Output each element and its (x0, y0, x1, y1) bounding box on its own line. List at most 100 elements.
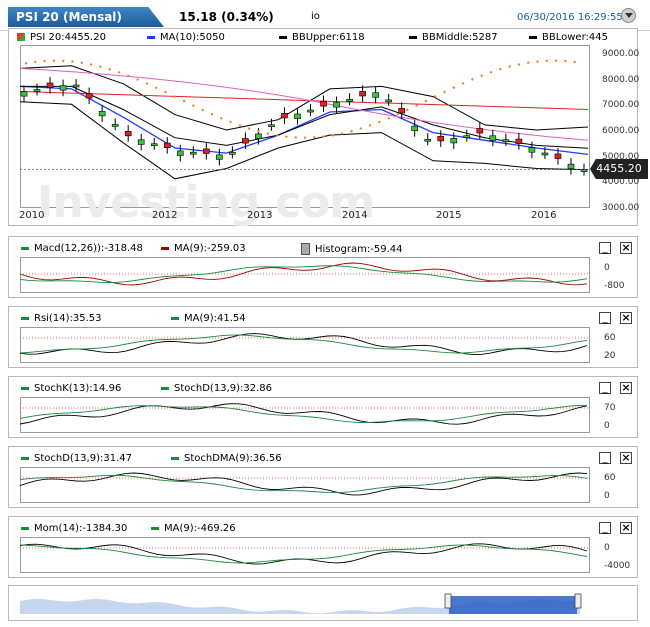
sar-dot (387, 116, 390, 120)
sar-dot (415, 104, 418, 107)
indicator-line (19, 333, 588, 356)
sar-dot (303, 136, 307, 139)
candle-body (72, 84, 80, 88)
candle-body (190, 151, 197, 155)
sar-dot (489, 71, 493, 74)
candle-body (541, 152, 549, 156)
candle-body (385, 99, 392, 103)
sar-dot (155, 86, 158, 89)
sar-dot (164, 90, 167, 94)
navigator-left-handle (444, 593, 452, 609)
candle-body (554, 153, 562, 159)
candle-body (333, 102, 340, 108)
candle-body (20, 91, 28, 97)
candle-body (111, 124, 119, 127)
sar-dot (275, 134, 279, 137)
candle-body (242, 138, 249, 144)
series-line-bbupper (19, 65, 589, 131)
sar-dot (434, 95, 437, 98)
candle-body (281, 113, 288, 119)
indicator-line (19, 472, 588, 496)
sar-dot (294, 136, 297, 139)
candle-body (463, 135, 471, 138)
candle-body (216, 154, 223, 160)
candle-body (489, 135, 497, 141)
sar-dot (229, 120, 232, 124)
sar-dot (554, 59, 558, 62)
sar-dot (145, 82, 149, 85)
candle-body (150, 143, 158, 147)
sar-dot (471, 78, 474, 81)
candle-body (346, 98, 353, 102)
candle-body (372, 92, 379, 98)
sar-dot (564, 59, 567, 63)
candle-body (567, 163, 575, 170)
candle-body (176, 150, 184, 156)
candle-body (85, 93, 93, 99)
sar-dot (43, 59, 46, 63)
navigator-right-handle (574, 593, 582, 609)
sar-dot (220, 117, 223, 120)
candle-body (294, 113, 301, 119)
sar-dot (34, 60, 37, 64)
candle-body (137, 139, 145, 145)
sar-dot (499, 68, 502, 71)
candle-body (411, 125, 418, 132)
candle-body (307, 109, 314, 113)
indicator-line (19, 262, 588, 286)
sar-dot (182, 99, 186, 103)
candle-body (46, 82, 54, 88)
sar-dot (378, 120, 381, 124)
sar-dot (396, 112, 400, 116)
sar-dot (192, 104, 195, 107)
sar-dot (331, 134, 335, 137)
sar-dot (201, 108, 204, 112)
sar-dot (480, 74, 483, 77)
candle-body (320, 101, 327, 107)
indicator-line (19, 404, 588, 423)
sar-dot (508, 65, 511, 68)
sar-dot (210, 113, 214, 116)
navigator-selection (449, 596, 577, 614)
chart-svg (19, 59, 589, 614)
sar-dot (117, 71, 121, 74)
indicator-line (19, 265, 588, 283)
candle-body (528, 147, 536, 153)
sar-dot (248, 127, 251, 130)
sar-dot (322, 135, 325, 138)
sar-dot (173, 95, 176, 98)
sar-dot (89, 63, 93, 66)
candle-body (268, 124, 275, 128)
sar-dot (350, 130, 353, 133)
sar-dot (24, 62, 28, 65)
sar-dot (80, 61, 84, 65)
sar-dot (573, 60, 576, 64)
series-line-bbmiddle (20, 85, 589, 149)
indicator-line (19, 403, 588, 425)
candle-body (476, 128, 484, 134)
sar-dot (257, 130, 260, 133)
sar-dot (62, 59, 65, 63)
candle-body (359, 91, 366, 97)
sar-dot (238, 124, 242, 127)
sar-dot (536, 60, 539, 63)
candle-body (424, 138, 432, 142)
sar-dot (368, 124, 372, 127)
indicator-line (19, 543, 588, 565)
sar-dot (266, 132, 269, 135)
sar-dot (99, 65, 102, 68)
candle-body (33, 89, 41, 92)
series-line-ma-10- (19, 85, 589, 156)
sar-dot (545, 59, 548, 63)
sar-dot (443, 90, 446, 94)
sar-dot (452, 86, 455, 89)
sar-dot (527, 61, 530, 64)
sar-dot (127, 74, 130, 78)
sar-dot (341, 132, 344, 135)
candle-body (515, 138, 523, 144)
sar-dot (359, 127, 362, 130)
sar-dot (52, 59, 56, 62)
sar-dot (71, 60, 74, 63)
sar-dot (517, 63, 521, 66)
candle-body (98, 110, 106, 117)
